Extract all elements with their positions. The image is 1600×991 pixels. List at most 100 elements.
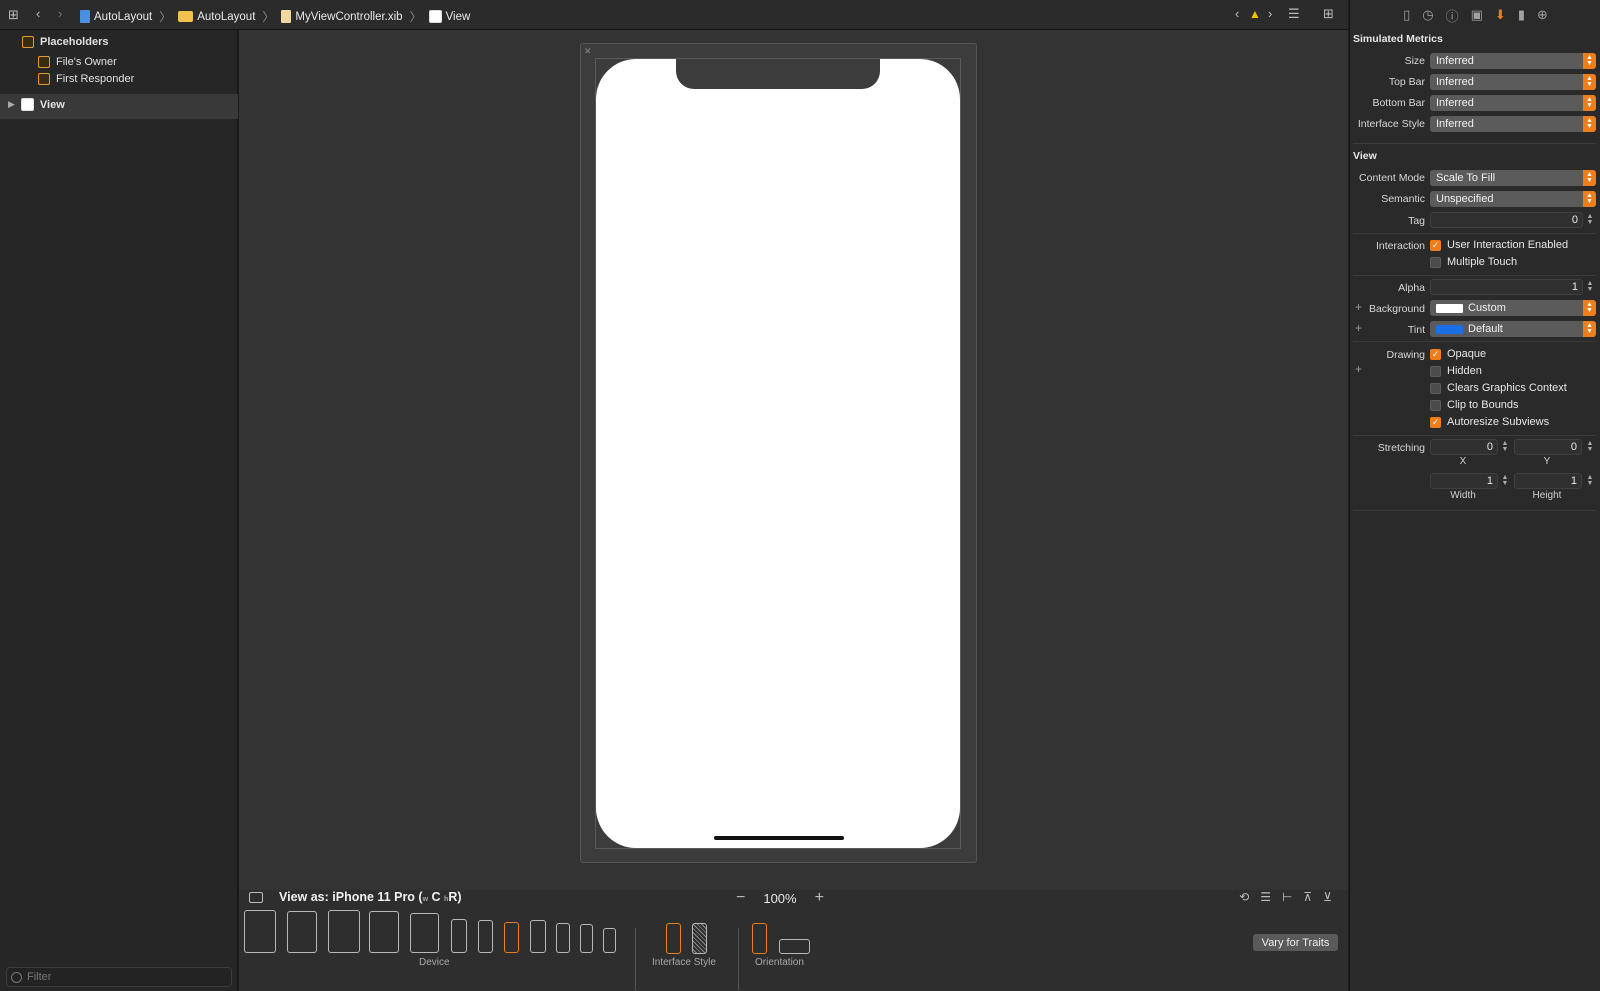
resolve-issues-icon[interactable]: ⊼ — [1303, 890, 1312, 904]
content-mode-popup[interactable]: Scale To Fill ▲ ▼ — [1430, 170, 1596, 186]
next-issue-icon[interactable]: › — [1268, 6, 1272, 21]
ipad-pro-11-icon[interactable] — [287, 911, 317, 953]
breadcrumb-file[interactable]: MyViewController.xib — [295, 11, 402, 23]
add-variation-icon[interactable]: + — [1355, 362, 1362, 376]
identity-inspector-icon[interactable]: ▣ — [1471, 7, 1483, 23]
checkbox-icon — [1430, 256, 1441, 268]
breadcrumb-folder[interactable]: AutoLayout — [197, 11, 255, 23]
tag-field[interactable]: 0 — [1430, 212, 1583, 228]
size-inspector-icon[interactable]: ▮ — [1518, 7, 1525, 23]
stretch-height-stepper[interactable]: ▲ ▼ — [1585, 473, 1595, 489]
connections-inspector-icon[interactable]: ⊕ — [1537, 7, 1548, 23]
stretch-x-stepper[interactable]: ▲ ▼ — [1500, 439, 1510, 455]
clip-to-bounds-checkbox[interactable]: Clip to Bounds — [1430, 399, 1519, 411]
iphone-4s-icon[interactable] — [603, 928, 616, 953]
filter-field[interactable]: Filter — [6, 967, 232, 987]
ipad-pro-10-icon[interactable] — [328, 910, 360, 953]
hidden-checkbox[interactable]: Hidden — [1430, 365, 1482, 377]
stretch-y-field[interactable]: 0 — [1514, 439, 1582, 455]
history-inspector-icon[interactable]: ◷ — [1422, 7, 1433, 23]
top-bar-label: Top Bar — [1388, 76, 1425, 88]
outline-placeholders[interactable]: Placeholders — [22, 36, 108, 48]
forward-arrow-icon[interactable]: › — [58, 6, 62, 21]
iphone-11-pro-max-icon[interactable] — [451, 919, 467, 953]
divider — [1353, 233, 1596, 234]
divider — [1353, 275, 1596, 276]
vary-for-traits-button[interactable]: Vary for Traits — [1253, 934, 1338, 951]
alpha-field[interactable]: 1 — [1430, 279, 1583, 295]
checkmark-icon: ✓ — [1430, 348, 1441, 360]
semantic-popup[interactable]: Unspecified ▲ ▼ — [1430, 191, 1596, 207]
view-as-label[interactable]: View as: iPhone 11 Pro (w C hR) — [279, 890, 462, 904]
bottom-bar-popup[interactable]: Inferred ▲ ▼ — [1430, 95, 1596, 111]
close-icon[interactable]: ✕ — [584, 46, 592, 57]
zoom-out-icon[interactable]: − — [736, 889, 745, 907]
stretch-y-stepper[interactable]: ▲ ▼ — [1585, 439, 1595, 455]
outline-first-responder[interactable]: First Responder — [38, 73, 134, 85]
ipad-air-icon[interactable] — [369, 911, 399, 953]
root-view[interactable] — [596, 59, 960, 848]
stretch-height-field[interactable]: 1 — [1514, 473, 1582, 489]
iphone-8-plus-icon[interactable] — [530, 920, 546, 953]
top-bar-popup[interactable]: Inferred ▲ ▼ — [1430, 74, 1596, 90]
scene-frame[interactable]: ✕ — [580, 43, 977, 863]
popup-chevron-icon: ▲ ▼ — [1583, 116, 1596, 132]
editor-options-icon[interactable]: ☰ — [1288, 6, 1300, 22]
prev-issue-icon[interactable]: ‹ — [1235, 6, 1239, 21]
dark-appearance-icon[interactable] — [692, 923, 707, 954]
outline-files-owner[interactable]: File's Owner — [38, 56, 117, 68]
grid-icon[interactable]: ⊞ — [8, 7, 19, 23]
help-inspector-icon[interactable]: ⓘ — [1446, 6, 1459, 25]
section-title-view: View — [1353, 150, 1377, 162]
iphone-11-icon[interactable] — [478, 920, 493, 953]
sidebar-toggle-icon[interactable] — [249, 892, 263, 903]
ipad-mini-icon[interactable] — [410, 913, 439, 953]
separator — [635, 928, 636, 990]
portrait-orientation-icon[interactable] — [752, 923, 767, 954]
outline-view[interactable]: ▶ View — [8, 98, 65, 111]
update-frames-icon[interactable]: ⟲ — [1239, 890, 1249, 904]
add-editor-icon[interactable]: ⊞ — [1323, 6, 1334, 22]
disclosure-triangle-icon[interactable]: ▶ — [8, 99, 15, 110]
back-arrow-icon[interactable]: ‹ — [36, 6, 40, 21]
popup-chevron-icon: ▲ ▼ — [1583, 191, 1596, 207]
interface-style-popup[interactable]: Inferred ▲ ▼ — [1430, 116, 1596, 132]
breadcrumb-project[interactable]: AutoLayout — [94, 11, 152, 23]
opaque-checkbox[interactable]: ✓ Opaque — [1430, 348, 1486, 360]
landscape-orientation-icon[interactable] — [779, 939, 810, 954]
clears-graphics-checkbox[interactable]: Clears Graphics Context — [1430, 382, 1567, 394]
ipad-pro-12-icon[interactable] — [244, 910, 276, 953]
file-inspector-icon[interactable]: ▯ — [1403, 7, 1410, 23]
iphone-8-icon[interactable] — [556, 923, 570, 953]
stretch-x-field[interactable]: 0 — [1430, 439, 1498, 455]
autoresize-checkbox[interactable]: ✓ Autoresize Subviews — [1430, 416, 1549, 428]
size-label: Size — [1404, 55, 1425, 67]
light-appearance-icon[interactable] — [666, 923, 681, 954]
tag-stepper[interactable]: ▲ ▼ — [1585, 212, 1595, 228]
size-popup[interactable]: Inferred ▲ ▼ — [1430, 53, 1596, 69]
stretch-width-stepper[interactable]: ▲ ▼ — [1500, 473, 1510, 489]
section-title-simulated-metrics: Simulated Metrics — [1353, 33, 1443, 45]
attributes-inspector-icon[interactable]: ⬇ — [1495, 7, 1506, 23]
iphone-se-icon[interactable] — [580, 924, 593, 953]
breadcrumb-view[interactable]: View — [446, 11, 471, 23]
zoom-in-icon[interactable]: + — [815, 889, 824, 907]
orientation-label: Orientation — [755, 957, 804, 968]
alpha-stepper[interactable]: ▲ ▼ — [1585, 279, 1595, 295]
multiple-touch-checkbox[interactable]: Multiple Touch — [1430, 256, 1517, 268]
align-icon[interactable]: ☰ — [1260, 890, 1271, 904]
first-responder-icon — [38, 73, 50, 85]
add-variation-icon[interactable]: + — [1355, 300, 1362, 314]
embed-in-icon[interactable]: ⊻ — [1323, 890, 1332, 904]
device-label: Device — [419, 957, 450, 968]
interface-builder-canvas[interactable]: ✕ — [239, 30, 1348, 991]
tint-popup[interactable]: Default ▲ ▼ — [1430, 321, 1596, 337]
cube-icon — [38, 56, 50, 68]
iphone-11-pro-icon[interactable] — [504, 922, 519, 953]
add-variation-icon[interactable]: + — [1355, 321, 1362, 335]
background-popup[interactable]: Custom ▲ ▼ — [1430, 300, 1596, 316]
user-interaction-checkbox[interactable]: ✓ User Interaction Enabled — [1430, 239, 1568, 251]
warning-icon[interactable]: ▲ — [1249, 7, 1261, 21]
stretch-width-field[interactable]: 1 — [1430, 473, 1498, 489]
add-constraints-icon[interactable]: ⊢ — [1282, 890, 1292, 904]
